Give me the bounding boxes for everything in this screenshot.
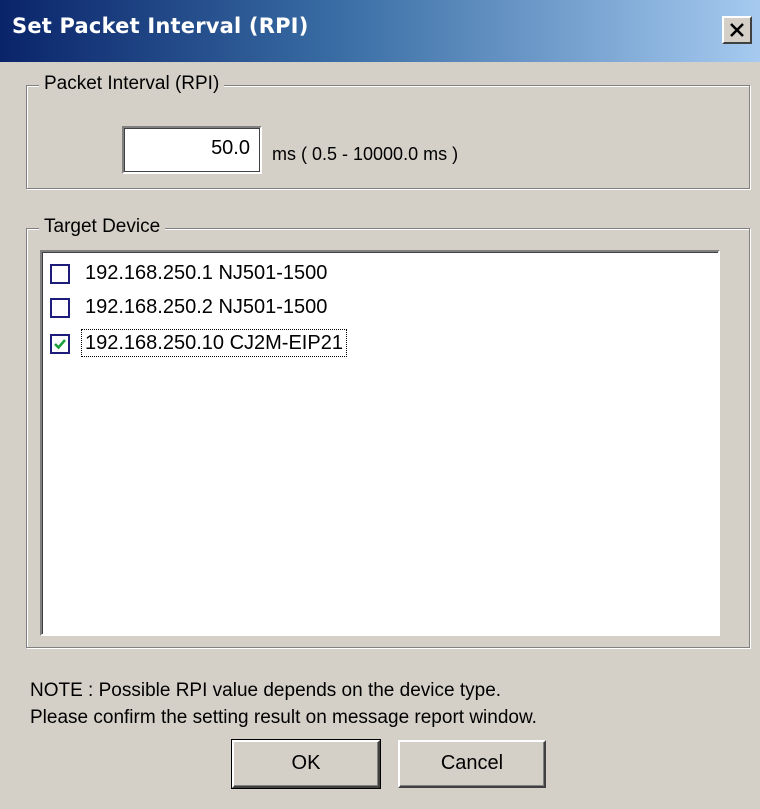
rpi-value-input[interactable]: [122, 126, 262, 174]
device-label: 192.168.250.10 CJ2M-EIP21: [81, 329, 347, 357]
target-device-list[interactable]: 192.168.250.1 NJ501-1500 192.168.250.2 N…: [40, 250, 720, 636]
cancel-button[interactable]: Cancel: [398, 740, 546, 788]
checkmark-icon: [54, 339, 66, 350]
window-title: Set Packet Interval (RPI): [12, 14, 309, 38]
ok-button[interactable]: OK: [231, 739, 381, 789]
title-bar[interactable]: Set Packet Interval (RPI): [0, 0, 760, 62]
rpi-range-label: ms ( 0.5 - 10000.0 ms ): [272, 144, 459, 164]
close-button[interactable]: [722, 16, 752, 44]
dialog-window: Set Packet Interval (RPI) Packet Interva…: [0, 0, 760, 809]
rpi-group-label: Packet Interval (RPI): [39, 71, 225, 97]
note-line-2: Please confirm the setting result on mes…: [30, 707, 537, 728]
device-checkbox[interactable]: [50, 334, 70, 354]
list-item[interactable]: 192.168.250.10 CJ2M-EIP21: [48, 328, 648, 360]
device-checkbox[interactable]: [50, 264, 70, 284]
list-item[interactable]: 192.168.250.1 NJ501-1500: [48, 258, 648, 290]
close-icon: [730, 23, 744, 37]
note-line-1: NOTE : Possible RPI value depends on the…: [30, 680, 502, 701]
device-checkbox[interactable]: [50, 298, 70, 318]
device-label: 192.168.250.2 NJ501-1500: [85, 296, 328, 318]
target-device-group-label: Target Device: [39, 214, 166, 240]
list-item[interactable]: 192.168.250.2 NJ501-1500: [48, 292, 648, 324]
device-label: 192.168.250.1 NJ501-1500: [85, 262, 328, 284]
